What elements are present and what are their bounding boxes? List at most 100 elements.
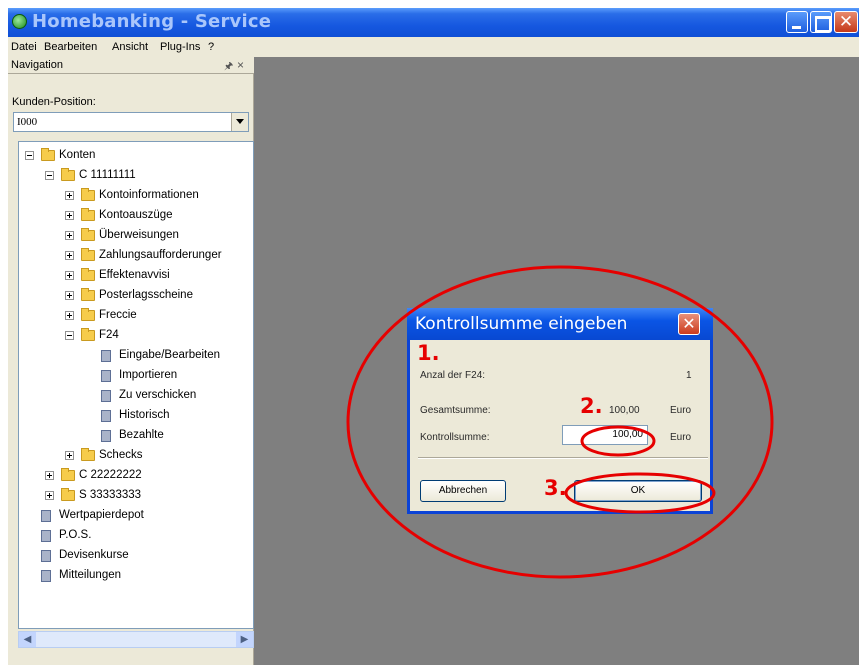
tree-item[interactable]: Historisch: [19, 406, 253, 426]
tree-item[interactable]: S 33333333: [19, 486, 253, 506]
menu-bar: Datei Bearbeiten Ansicht Plug-Ins ?: [8, 37, 859, 57]
folder-icon: [81, 208, 95, 221]
dialog-separator: [418, 457, 708, 459]
kunden-position-select[interactable]: I000: [13, 112, 249, 132]
tree-item[interactable]: Importieren: [19, 366, 253, 386]
folder-icon: [81, 448, 95, 461]
tree-item[interactable]: Posterlagsscheine: [19, 286, 253, 306]
kontrollsumme-label: Kontrollsumme:: [420, 432, 490, 443]
document-icon: [101, 390, 111, 402]
close-icon: ✕: [682, 314, 696, 333]
tree-item-label: Überweisungen: [99, 229, 179, 241]
document-icon: [41, 530, 51, 542]
tree-item-label: P.O.S.: [59, 529, 92, 541]
expand-icon[interactable]: [65, 251, 74, 260]
tree-item[interactable]: C 11111111: [19, 166, 253, 186]
expand-icon[interactable]: [65, 291, 74, 300]
gesamtsumme-unit: Euro: [670, 405, 692, 416]
menu-help[interactable]: ?: [208, 41, 214, 53]
folder-icon: [81, 228, 95, 241]
tree-item[interactable]: Wertpapierdepot: [19, 506, 253, 526]
tree-item[interactable]: Freccie: [19, 306, 253, 326]
pane-close-button[interactable]: ×: [237, 58, 244, 72]
step-1-label: 1.: [417, 341, 440, 365]
tree-item-label: Devisenkurse: [59, 549, 129, 561]
globe-icon: [12, 14, 27, 29]
dialog-close-button[interactable]: ✕: [678, 313, 700, 335]
expand-icon[interactable]: [45, 491, 54, 500]
tree-item[interactable]: Konten: [19, 146, 253, 166]
tree-item[interactable]: P.O.S.: [19, 526, 253, 546]
tree-item[interactable]: Bezahlte: [19, 426, 253, 446]
expand-icon[interactable]: [65, 211, 74, 220]
dialog-title-bar[interactable]: Kontrollsumme eingeben ✕: [407, 308, 713, 340]
scroll-right-icon[interactable]: ▶: [236, 632, 253, 647]
document-icon: [41, 570, 51, 582]
tree-item[interactable]: Eingabe/Bearbeiten: [19, 346, 253, 366]
tree-item-label: Posterlagsscheine: [99, 289, 193, 301]
close-button[interactable]: ✕: [834, 11, 858, 33]
menu-bearbeiten[interactable]: Bearbeiten: [44, 41, 97, 53]
tree-item-label: Mitteilungen: [59, 569, 122, 581]
menu-plugins[interactable]: Plug-Ins: [160, 41, 200, 53]
tree-item[interactable]: Zahlungsaufforderunger: [19, 246, 253, 266]
expand-icon[interactable]: [65, 191, 74, 200]
folder-icon: [61, 468, 75, 481]
step-3-label: 3.: [544, 476, 567, 500]
gesamtsumme-value: 100,00: [609, 405, 640, 416]
scroll-left-icon[interactable]: ◀: [19, 632, 36, 647]
menu-ansicht[interactable]: Ansicht: [112, 41, 148, 53]
navigation-header: Navigation 🖈 ×: [8, 57, 254, 74]
tree-item[interactable]: Effektenavvisi: [19, 266, 253, 286]
pin-icon[interactable]: 🖈: [224, 59, 233, 76]
tree-item[interactable]: Zu verschicken: [19, 386, 253, 406]
window-title: Homebanking - Service: [32, 11, 272, 32]
collapse-icon[interactable]: [25, 151, 34, 160]
title-bar[interactable]: Homebanking - Service ✕: [8, 8, 859, 37]
tree-item[interactable]: F24: [19, 326, 253, 346]
tree-item-label: Kontoinformationen: [99, 189, 199, 201]
expand-icon[interactable]: [65, 451, 74, 460]
folder-icon: [41, 148, 55, 161]
collapse-icon[interactable]: [65, 331, 74, 340]
document-icon: [101, 410, 111, 422]
document-icon: [101, 370, 111, 382]
navigation-pane: Navigation 🖈 × Kunden-Position: I000 Kon…: [8, 57, 254, 665]
folder-icon: [81, 288, 95, 301]
tree-item-label: Zu verschicken: [119, 389, 197, 401]
expand-icon[interactable]: [45, 471, 54, 480]
kunden-position-value: I000: [17, 116, 38, 128]
expand-icon[interactable]: [65, 311, 74, 320]
tree-item[interactable]: Mitteilungen: [19, 566, 253, 586]
document-icon: [41, 510, 51, 522]
tree-item-label: S 33333333: [79, 489, 142, 501]
chevron-down-icon[interactable]: [231, 113, 248, 131]
tree-item-label: Historisch: [119, 409, 170, 421]
tree-item[interactable]: Kontoinformationen: [19, 186, 253, 206]
folder-icon: [61, 168, 75, 181]
menu-datei[interactable]: Datei: [11, 41, 37, 53]
maximize-button[interactable]: [810, 11, 832, 33]
ok-button[interactable]: OK: [574, 480, 702, 502]
tree-item-label: Wertpapierdepot: [59, 509, 144, 521]
expand-icon[interactable]: [65, 231, 74, 240]
tree-item[interactable]: Kontoauszüge: [19, 206, 253, 226]
kontrollsumme-input[interactable]: 100,00: [562, 425, 648, 445]
minimize-button[interactable]: [786, 11, 808, 33]
tree-item[interactable]: Überweisungen: [19, 226, 253, 246]
kontrollsumme-unit: Euro: [670, 432, 692, 443]
tree-item-label: F24: [99, 329, 119, 341]
kontrollsumme-dialog: Kontrollsumme eingeben ✕ 1. Anzal der F2…: [407, 308, 713, 514]
tree-item[interactable]: Devisenkurse: [19, 546, 253, 566]
tree-item[interactable]: Schecks: [19, 446, 253, 466]
horizontal-scrollbar[interactable]: ◀ ▶: [18, 631, 254, 648]
collapse-icon[interactable]: [45, 171, 54, 180]
tree-item-label: Konten: [59, 149, 96, 161]
tree-item-label: Eingabe/Bearbeiten: [119, 349, 221, 361]
tree-item-label: Effektenavvisi: [99, 269, 170, 281]
anzahl-label: Anzal der F24:: [420, 370, 486, 381]
expand-icon[interactable]: [65, 271, 74, 280]
cancel-button[interactable]: Abbrechen: [420, 480, 506, 502]
tree-item[interactable]: C 22222222: [19, 466, 253, 486]
dialog-title: Kontrollsumme eingeben: [415, 314, 628, 334]
